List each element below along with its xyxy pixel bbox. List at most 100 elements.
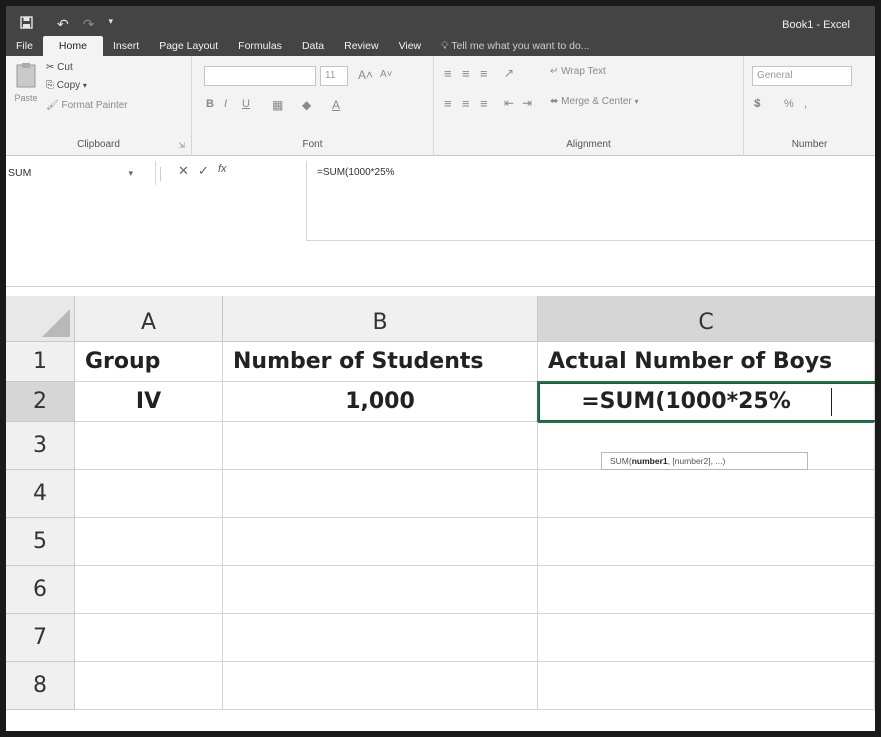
tab-file[interactable]: File [6,36,43,56]
cell-a6[interactable] [75,566,223,614]
ribbon: Paste ✂ Cut ⎘ Copy ▾ 🖌︎ Format Painter C… [6,56,875,156]
cell-a7[interactable] [75,614,223,662]
row-header-3[interactable]: 3 [6,422,75,470]
formula-bar-divider [160,167,161,181]
cell-a3[interactable] [75,422,223,470]
tab-formulas[interactable]: Formulas [228,36,292,56]
cell-c8[interactable] [538,662,875,710]
cell-c5[interactable] [538,518,875,566]
row-header-8[interactable]: 8 [6,662,75,710]
cell-b1[interactable]: Number of Students [223,342,538,382]
customize-icon[interactable]: ▾ [108,16,113,33]
cell-b2[interactable]: 1,000 [223,382,538,422]
tab-page-layout[interactable]: Page Layout [149,36,228,56]
title-bar: ↶ ↷ ▾ Book1 - Excel File Home Insert Pag… [6,6,875,56]
cell-c6[interactable] [538,566,875,614]
align-right-icon[interactable]: ≡ [480,96,488,111]
tab-review[interactable]: Review [334,36,388,56]
formula-input[interactable]: =SUM(1000*25% [306,161,875,241]
font-size-box[interactable]: 11 [320,66,348,86]
format-painter-button[interactable]: 🖌︎ Format Painter [46,100,128,111]
cell-b5[interactable] [223,518,538,566]
number-group: General 💲︎ % , Number [744,56,875,156]
tab-insert[interactable]: Insert [103,36,149,56]
row-header-6[interactable]: 6 [6,566,75,614]
function-tooltip: SUM(number1, [number2], ...) [601,452,808,470]
cell-a2[interactable]: IV [75,382,223,422]
redo-icon[interactable]: ↷ [83,16,95,33]
comma-icon[interactable]: , [804,98,807,110]
paste-button[interactable]: Paste [12,62,40,103]
align-center-icon[interactable]: ≡ [462,96,470,111]
font-name-box[interactable] [204,66,316,86]
column-header-c[interactable]: C [538,296,875,342]
underline-button[interactable]: U [242,98,250,110]
row-header-7[interactable]: 7 [6,614,75,662]
undo-icon[interactable]: ↶ [57,16,69,33]
alignment-group: ≡ ≡ ≡ ↗ ≡ ≡ ≡ ⇤ ⇥ ↵ Wrap Text ⬌ Merge & … [434,56,744,156]
tab-data[interactable]: Data [292,36,334,56]
lightbulb-icon: 💡︎ [441,40,449,52]
row-header-4[interactable]: 4 [6,470,75,518]
dialog-launcher-icon[interactable]: ⇲ [178,141,185,150]
column-header-b[interactable]: B [223,296,538,342]
enter-button[interactable]: ✓ [198,163,209,179]
merge-center-button[interactable]: ⬌ Merge & Center ▾ [550,96,639,107]
align-left-icon[interactable]: ≡ [444,96,452,111]
cell-c1[interactable]: Actual Number of Boys [538,342,875,382]
alignment-label: Alignment [566,139,611,150]
row-header-2[interactable]: 2 [6,382,75,422]
cell-b4[interactable] [223,470,538,518]
cell-b7[interactable] [223,614,538,662]
number-format-box[interactable]: General [752,66,852,86]
cell-b8[interactable] [223,662,538,710]
align-top-icon[interactable]: ≡ [444,66,452,81]
cell-a8[interactable] [75,662,223,710]
formula-bar: SUM ▾ ✕ ✓ fx =SUM(1000*25% [6,157,875,287]
italic-button[interactable]: I [224,98,227,110]
align-bottom-icon[interactable]: ≡ [480,66,488,81]
cell-a1[interactable]: Group [75,342,223,382]
font-label: Font [302,139,323,150]
clipboard-group: Paste ✂ Cut ⎘ Copy ▾ 🖌︎ Format Painter C… [6,56,192,156]
clipboard-label: Clipboard [77,139,120,150]
tab-view[interactable]: View [389,36,432,56]
cell-c7[interactable] [538,614,875,662]
row-header-1[interactable]: 1 [6,342,75,382]
tooltip-arg-active[interactable]: number1 [632,456,668,466]
align-middle-icon[interactable]: ≡ [462,66,470,81]
tell-me-box[interactable]: 💡︎ Tell me what you want to do... [431,36,599,56]
select-all-button[interactable] [6,296,75,342]
increase-indent-icon[interactable]: ⇥ [522,96,532,110]
cell-a4[interactable] [75,470,223,518]
insert-function-button[interactable]: fx [218,163,227,175]
cell-b3[interactable] [223,422,538,470]
orientation-icon[interactable]: ↗ [504,66,514,80]
wrap-text-button[interactable]: ↵ Wrap Text [550,66,606,77]
accounting-icon[interactable]: 💲︎ [754,98,761,111]
cell-b6[interactable] [223,566,538,614]
font-color-icon[interactable]: A [332,98,340,112]
column-header-a[interactable]: A [75,296,223,342]
number-label: Number [791,139,828,150]
decrease-indent-icon[interactable]: ⇤ [504,96,514,110]
cell-c4[interactable] [538,470,875,518]
save-icon[interactable] [20,16,33,33]
quick-access-toolbar: ↶ ↷ ▾ [20,16,113,33]
percent-button[interactable]: % [784,98,794,110]
cancel-button[interactable]: ✕ [178,163,189,179]
fill-color-icon[interactable]: ◆ [302,98,311,112]
chevron-down-icon[interactable]: ▾ [128,161,133,185]
bold-button[interactable]: B [206,98,214,110]
copy-button[interactable]: ⎘ Copy ▾ [46,80,87,91]
cut-button[interactable]: ✂ Cut [46,62,73,73]
row-header-5[interactable]: 5 [6,518,75,566]
chevron-down-icon: ▾ [82,81,87,90]
shrink-font-icon[interactable]: A˅ [380,69,393,80]
borders-icon[interactable]: ▦ [272,98,283,112]
cell-a5[interactable] [75,518,223,566]
tab-home[interactable]: Home [42,36,103,56]
spreadsheet-grid: A B C 1 2 3 4 5 6 7 8 Group Number of St… [6,296,875,731]
name-box[interactable]: SUM ▾ [6,161,156,185]
grow-font-icon[interactable]: A˄ [358,68,373,82]
